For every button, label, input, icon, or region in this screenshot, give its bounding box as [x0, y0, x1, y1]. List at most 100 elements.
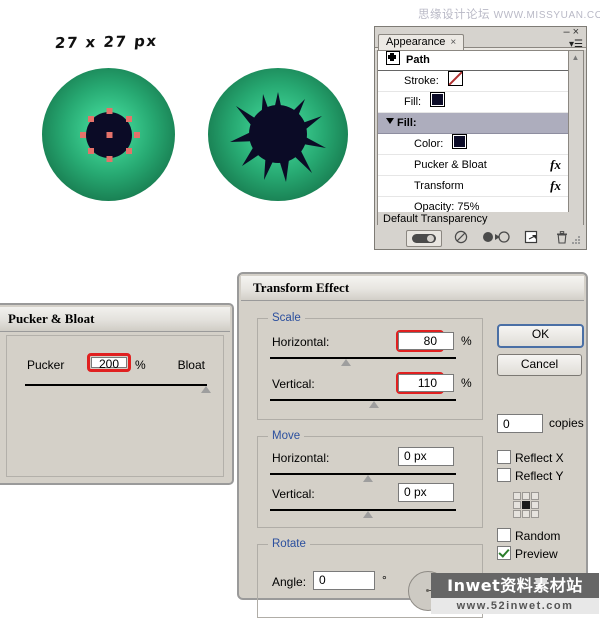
- checkbox-reflect-y-label: Reflect Y: [515, 469, 564, 483]
- scale-vertical-label: Vertical:: [272, 377, 315, 391]
- pucker-bloat-label: Pucker & Bloat: [414, 159, 487, 171]
- fx-icon[interactable]: fx: [550, 155, 561, 175]
- color-label: Color:: [414, 138, 444, 150]
- rotate-angle-input[interactable]: 0: [313, 571, 375, 590]
- scale-horizontal-slider[interactable]: [270, 357, 456, 366]
- pucker-bloat-dialog-body: Pucker 200 % Bloat: [6, 335, 224, 477]
- delete-item-icon[interactable]: [556, 230, 568, 245]
- checkbox-icon[interactable]: [497, 528, 511, 542]
- pucker-unit-label: %: [135, 358, 146, 372]
- appearance-row-color[interactable]: Color:: [378, 134, 583, 155]
- stroke-none-swatch-icon[interactable]: [447, 71, 463, 86]
- move-horizontal-slider[interactable]: [270, 473, 456, 482]
- move-vertical-slider[interactable]: [270, 509, 456, 518]
- checkbox-reflect-x-label: Reflect X: [515, 451, 564, 465]
- checkbox-reflect-y[interactable]: Reflect Y: [497, 468, 563, 483]
- green-eye-pucker-artwork: [42, 68, 175, 201]
- pucker-value-highlight: 200: [87, 353, 131, 372]
- checkbox-random-label: Random: [515, 529, 561, 543]
- appearance-row-path-label: Path: [406, 54, 430, 66]
- pucker-bloat-slider[interactable]: [25, 384, 211, 393]
- appearance-row-pucker-bloat[interactable]: Pucker & Bloat fx: [378, 155, 583, 176]
- appearance-panel-titlebar: –× Appearance × ▾☰: [375, 26, 586, 51]
- appearance-row-fill-expanded[interactable]: Fill:: [378, 113, 583, 134]
- watermark-bottom-line2: www.52inwet.com: [431, 598, 599, 614]
- appearance-panel-tabrow: Appearance × ▾☰: [375, 34, 586, 51]
- checkbox-icon[interactable]: [497, 450, 511, 464]
- pucker-bloat-dialog-title: Pucker & Bloat: [0, 307, 230, 332]
- default-transparency-label: Default Transparency: [383, 213, 488, 225]
- scale-group-legend: Scale: [268, 312, 305, 324]
- fill-expanded-label: Fill:: [397, 117, 417, 129]
- clear-appearance-icon[interactable]: [454, 230, 468, 245]
- checkbox-preview[interactable]: Preview: [497, 546, 558, 561]
- disclosure-triangle-icon[interactable]: [386, 118, 394, 124]
- bloat-label: Bloat: [177, 358, 205, 372]
- new-art-basic-appearance-icon[interactable]: [406, 230, 442, 247]
- anchor-points-overlay: [80, 108, 140, 162]
- resize-grip-icon[interactable]: [572, 236, 581, 245]
- appearance-scrollbar[interactable]: ▲ ▼: [568, 51, 583, 224]
- scroll-up-icon[interactable]: ▲: [569, 51, 582, 64]
- watermark-top-url: WWW.MISSYUAN.COM: [493, 10, 600, 21]
- scale-vertical-input[interactable]: 110: [398, 374, 454, 392]
- watermark-bottom: Inwet资料素材站 www.52inwet.com: [431, 573, 599, 617]
- fill-swatch-icon[interactable]: [430, 92, 446, 107]
- cancel-button[interactable]: Cancel: [497, 354, 582, 376]
- pucker-bloat-dialog[interactable]: Pucker & Bloat Pucker 200 % Bloat: [0, 303, 234, 485]
- appearance-row-transform[interactable]: Transform fx: [378, 176, 583, 197]
- appearance-row-path[interactable]: Path: [378, 51, 583, 71]
- transform-label: Transform: [414, 180, 464, 192]
- scale-group: Scale Horizontal: 80 % Vertical: 110 %: [257, 312, 483, 420]
- transform-effect-fields: Scale Horizontal: 80 % Vertical: 110 % M…: [249, 306, 487, 618]
- color-swatch-icon[interactable]: [452, 134, 468, 149]
- move-vertical-label: Vertical:: [272, 487, 315, 501]
- appearance-list[interactable]: Path Stroke: Fill: Fill: Color: Pucker &…: [377, 50, 584, 225]
- copies-input[interactable]: 0: [497, 414, 543, 433]
- reference-point-grid[interactable]: [513, 492, 539, 518]
- move-horizontal-slider-thumb[interactable]: [363, 475, 373, 482]
- move-group: Move Horizontal: 0 px Vertical: 0 px: [257, 430, 483, 528]
- move-vertical-slider-thumb[interactable]: [363, 511, 373, 518]
- rotate-group-legend: Rotate: [268, 538, 310, 550]
- move-horizontal-label: Horizontal:: [272, 451, 330, 465]
- green-eye-star-artwork: [208, 68, 348, 201]
- copies-label: copies: [549, 416, 584, 430]
- tab-close-icon[interactable]: ×: [450, 37, 456, 48]
- target-icon: [386, 51, 400, 65]
- reference-point-center-selected[interactable]: [522, 501, 530, 509]
- tab-appearance-label: Appearance: [386, 36, 446, 48]
- default-transparency-row[interactable]: Default Transparency: [378, 212, 583, 227]
- rotate-angle-label: Angle:: [272, 575, 307, 589]
- move-vertical-input[interactable]: 0 px: [398, 483, 454, 502]
- watermark-top: 思缘设计论坛 WWW.MISSYUAN.COM: [418, 6, 600, 22]
- checkbox-reflect-x[interactable]: Reflect X: [497, 450, 564, 465]
- watermark-top-chinese: 思缘设计论坛: [418, 7, 490, 21]
- appearance-panel[interactable]: –× Appearance × ▾☰ Path Stroke: Fill: Fil…: [374, 26, 587, 250]
- panel-menu-icon[interactable]: ▾☰: [569, 40, 583, 50]
- appearance-panel-toolbar[interactable]: [378, 228, 583, 247]
- scale-horizontal-unit: %: [461, 334, 472, 348]
- scale-horizontal-label: Horizontal:: [272, 335, 330, 349]
- appearance-row-stroke[interactable]: Stroke:: [378, 71, 583, 92]
- scale-vertical-slider[interactable]: [270, 399, 456, 408]
- pucker-bloat-slider-thumb[interactable]: [201, 386, 211, 393]
- duplicate-item-icon[interactable]: [482, 230, 510, 245]
- scale-horizontal-input[interactable]: 80: [398, 332, 454, 350]
- scale-horizontal-slider-thumb[interactable]: [340, 359, 351, 366]
- scale-vertical-slider-thumb[interactable]: [368, 401, 379, 408]
- pucker-value-input[interactable]: 200: [91, 357, 127, 370]
- appearance-row-fill[interactable]: Fill:: [378, 92, 583, 113]
- tab-appearance[interactable]: Appearance ×: [378, 34, 465, 51]
- ok-button[interactable]: OK: [497, 324, 584, 348]
- fx-icon[interactable]: fx: [550, 176, 561, 196]
- new-art-icon[interactable]: [524, 230, 538, 245]
- watermark-bottom-line1: Inwet资料素材站: [431, 573, 599, 598]
- scale-vertical-unit: %: [461, 376, 472, 390]
- checkbox-random[interactable]: Random: [497, 528, 560, 543]
- move-horizontal-input[interactable]: 0 px: [398, 447, 454, 466]
- transform-effect-dialog-title: Transform Effect: [241, 276, 584, 301]
- checkbox-checked-icon[interactable]: [497, 546, 511, 560]
- checkbox-icon[interactable]: [497, 468, 511, 482]
- transform-effect-dialog[interactable]: Transform Effect Scale Horizontal: 80 % …: [237, 272, 588, 618]
